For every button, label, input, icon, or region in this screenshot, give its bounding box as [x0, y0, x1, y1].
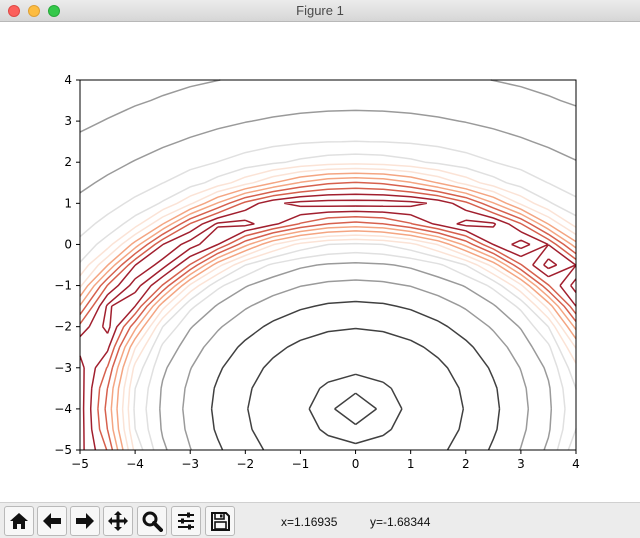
contour-plot[interactable]: −5 −4 −3 −2 −1 0 1 2 3 4 −5 −4 −3 −2 −1 0 1 2 3 4: [0, 22, 640, 502]
y-tick-label: 1: [64, 196, 72, 210]
y-tick-label: 4: [64, 73, 72, 87]
forward-button[interactable]: [70, 506, 100, 536]
x-tick-label: −1: [292, 457, 310, 471]
y-axis: −5 −4 −3 −2 −1 0 1 2 3 4: [54, 73, 80, 457]
zoom-magnifier-icon: [142, 511, 163, 532]
x-tick-label: 3: [517, 457, 525, 471]
x-tick-label: 4: [572, 457, 580, 471]
back-arrow-icon: [43, 513, 61, 529]
y-tick-label: −5: [54, 443, 72, 457]
cursor-y-readout: y=-1.68344: [370, 515, 431, 529]
home-icon: [10, 513, 28, 529]
x-tick-label: 1: [407, 457, 415, 471]
contour-level-0: [79, 199, 577, 451]
pan-button[interactable]: [103, 506, 133, 536]
x-tick-label: −3: [181, 457, 199, 471]
home-button[interactable]: [4, 506, 34, 536]
y-tick-label: −1: [54, 279, 72, 293]
y-tick-label: 3: [64, 114, 72, 128]
contour-lines: [79, 79, 577, 451]
y-tick-label: −2: [54, 320, 72, 334]
cursor-x-readout: x=1.16935: [281, 515, 338, 529]
x-tick-label: 2: [462, 457, 470, 471]
save-button[interactable]: [205, 506, 235, 536]
navigation-toolbar: x=1.16935 y=-1.68344: [0, 502, 640, 538]
back-button[interactable]: [37, 506, 67, 536]
contour-level-8: [79, 153, 577, 451]
y-tick-label: −3: [54, 361, 72, 375]
zoom-button[interactable]: [137, 506, 167, 536]
x-axis: −5 −4 −3 −2 −1 0 1 2 3 4: [71, 450, 580, 471]
y-tick-label: 0: [64, 237, 72, 251]
save-floppy-icon: [211, 512, 230, 531]
pan-move-icon: [108, 511, 128, 531]
y-tick-label: 2: [64, 155, 72, 169]
figure-window: Figure 1 −5 −4 −3 −2 −1 0 1 2 3 4 −5 −4 −3 −2 −1 0 1 2 3 4: [0, 0, 640, 538]
contour-level-13: [247, 327, 465, 451]
contour-level-10: [79, 109, 577, 451]
title-bar: Figure 1: [0, 0, 640, 22]
y-tick-label: −4: [54, 402, 72, 416]
window-title: Figure 1: [296, 3, 344, 18]
x-tick-label: −4: [126, 457, 144, 471]
configure-subplots-icon: [178, 512, 194, 530]
x-tick-label: −5: [71, 457, 89, 471]
contour-level-12: [210, 300, 501, 451]
x-tick-label: 0: [352, 457, 360, 471]
x-tick-label: −2: [236, 457, 254, 471]
configure-subplots-button[interactable]: [171, 506, 201, 536]
contour-level-9: [79, 140, 577, 451]
forward-arrow-icon: [76, 513, 94, 529]
